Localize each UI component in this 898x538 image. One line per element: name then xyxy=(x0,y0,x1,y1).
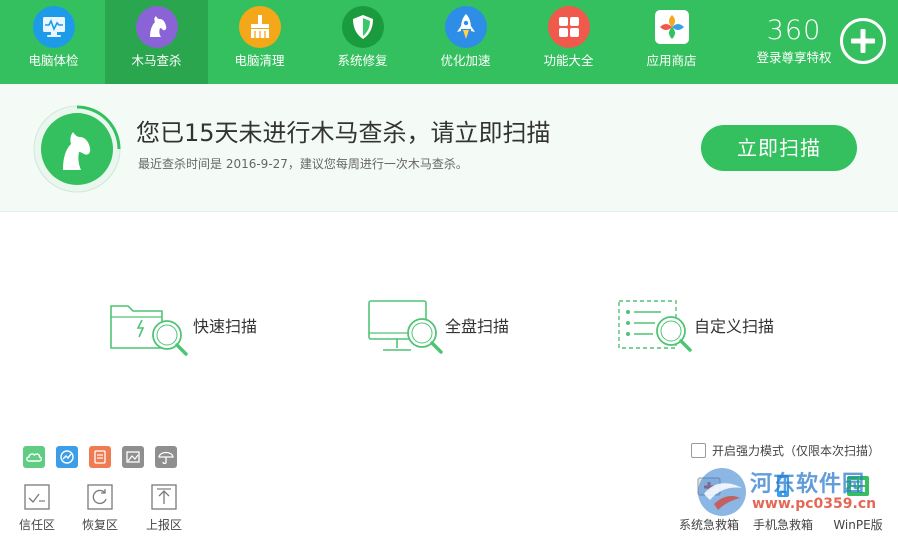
nav-item-trojan-scan[interactable]: 木马查杀 xyxy=(105,0,208,84)
rescue-tool-label: 手机急救箱 xyxy=(752,518,813,532)
restore-zone-button[interactable]: 恢复区 xyxy=(75,484,125,534)
winpe-icon xyxy=(846,474,870,498)
horse-badge-icon xyxy=(32,104,122,194)
rocket-icon xyxy=(445,6,487,48)
speed-icon[interactable] xyxy=(56,446,78,468)
scan-option-label: 快速扫描 xyxy=(193,317,258,336)
trust-zone-button[interactable]: 信任区 xyxy=(12,484,62,534)
umbrella-icon[interactable] xyxy=(155,446,177,468)
first-aid-icon xyxy=(697,474,721,498)
force-mode-checkbox[interactable] xyxy=(691,443,706,458)
report-zone-button[interactable]: 上报区 xyxy=(139,484,189,534)
scan-option-label: 全盘扫描 xyxy=(445,317,510,336)
phone-aid-icon xyxy=(771,474,795,498)
force-mode-label: 开启强力模式（仅限本次扫描） xyxy=(712,444,881,458)
hero-title: 您已15天未进行木马查杀，请立即扫描 xyxy=(136,119,551,147)
brand-area[interactable]: 360 登录尊享特权 xyxy=(752,16,836,66)
folder-search-icon xyxy=(110,305,188,356)
nav-label: 应用商店 xyxy=(646,53,697,68)
list-search-icon xyxy=(618,300,692,352)
cloud-icon[interactable] xyxy=(23,446,45,468)
grid-icon xyxy=(548,6,590,48)
hero-subtitle: 最近查杀时间是 2016-9-27，建议您每周进行一次木马查杀。 xyxy=(138,157,468,171)
bottom-tool-label: 上报区 xyxy=(145,518,182,532)
horse-icon xyxy=(136,6,178,48)
nav-label: 木马查杀 xyxy=(131,53,182,68)
full-scan-option[interactable]: 全盘扫描 xyxy=(367,298,537,358)
nav-label: 电脑清理 xyxy=(234,53,285,68)
nav-label: 优化加速 xyxy=(440,53,491,68)
nav-label: 系统修复 xyxy=(337,53,388,68)
scan-status-banner: 您已15天未进行木马查杀，请立即扫描 最近查杀时间是 2016-9-27，建议您… xyxy=(0,84,898,212)
monitor-search-icon xyxy=(368,300,443,354)
document-icon[interactable] xyxy=(89,446,111,468)
shield-icon xyxy=(342,6,384,48)
nav-item-optimize-speed[interactable]: 优化加速 xyxy=(414,0,517,84)
nav-item-app-store[interactable]: 应用商店 xyxy=(620,0,723,84)
monitor-check-icon xyxy=(33,6,75,48)
system-rescue-button[interactable]: 系统急救箱 xyxy=(677,474,741,534)
broom-icon xyxy=(239,6,281,48)
brand-logo: 360 xyxy=(766,15,822,46)
bottom-tool-label: 信任区 xyxy=(18,518,55,532)
nav-label: 电脑体检 xyxy=(28,53,79,68)
top-nav-bar: 电脑体检 木马查杀 电脑清理 系统修复 优化加速 功能大全 应用商店 360 登… xyxy=(0,0,898,84)
trust-zone-icon xyxy=(24,484,50,510)
nav-item-all-features[interactable]: 功能大全 xyxy=(517,0,620,84)
login-privilege-link[interactable]: 登录尊享特权 xyxy=(752,50,836,66)
store-icon xyxy=(651,6,693,48)
quick-scan-option[interactable]: 快速扫描 xyxy=(108,298,278,358)
rescue-tool-label: WinPE版 xyxy=(833,518,883,532)
report-zone-icon xyxy=(151,484,177,510)
nav-label: 功能大全 xyxy=(543,53,594,68)
phone-rescue-button[interactable]: 手机急救箱 xyxy=(751,474,815,534)
custom-scan-option[interactable]: 自定义扫描 xyxy=(617,298,797,358)
winpe-button[interactable]: WinPE版 xyxy=(826,474,890,534)
scan-now-button[interactable]: 立即扫描 xyxy=(701,125,857,171)
nav-item-pc-checkup[interactable]: 电脑体检 xyxy=(2,0,105,84)
nav-item-pc-cleanup[interactable]: 电脑清理 xyxy=(208,0,311,84)
bottom-tool-label: 恢复区 xyxy=(81,518,118,532)
restore-zone-icon xyxy=(87,484,113,510)
nav-item-system-repair[interactable]: 系统修复 xyxy=(311,0,414,84)
rescue-tool-label: 系统急救箱 xyxy=(678,518,739,532)
plus-icon[interactable] xyxy=(839,17,887,65)
image-icon[interactable] xyxy=(122,446,144,468)
app-window: 电脑体检 木马查杀 电脑清理 系统修复 优化加速 功能大全 应用商店 360 登… xyxy=(0,0,898,538)
scan-option-label: 自定义扫描 xyxy=(694,317,775,336)
